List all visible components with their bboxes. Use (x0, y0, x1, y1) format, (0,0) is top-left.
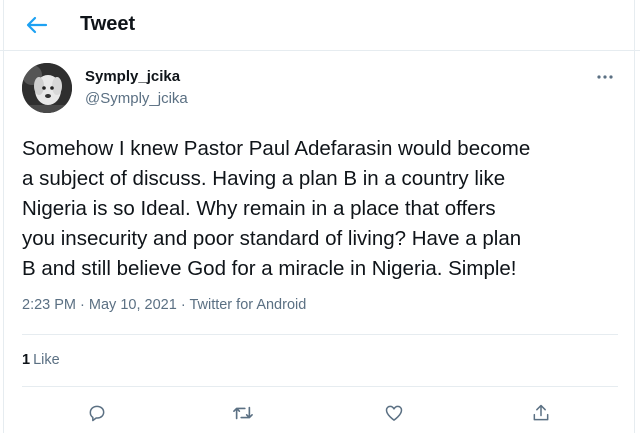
reply-button[interactable] (80, 396, 114, 430)
back-button[interactable] (22, 11, 52, 39)
like-button[interactable] (377, 396, 411, 430)
tweet-metadata: 2:23 PM · May 10, 2021 · Twitter for And… (22, 297, 306, 313)
meta-separator: · (80, 297, 85, 313)
tweet-date[interactable]: May 10, 2021 (89, 297, 177, 313)
share-button[interactable] (524, 396, 558, 430)
tweet-text: Somehow I knew Pastor Paul Adefarasin wo… (22, 137, 531, 280)
author-handle[interactable]: @Symply_jcika (85, 90, 188, 107)
likes-count: 1 (22, 352, 31, 368)
share-icon (533, 404, 549, 421)
divider (22, 386, 618, 387)
tweet-source[interactable]: Twitter for Android (189, 297, 306, 313)
avatar-image (22, 63, 72, 113)
more-options-button[interactable] (592, 66, 618, 88)
meta-separator: · (180, 297, 186, 313)
author-display-name[interactable]: Symply_jcika (85, 68, 180, 85)
page-header: Tweet (0, 0, 640, 51)
reply-icon (89, 405, 105, 422)
avatar[interactable] (22, 63, 72, 113)
heart-icon (385, 405, 403, 421)
more-options-icon (597, 75, 613, 79)
tweet-time[interactable]: 2:23 PM (22, 297, 76, 313)
likes-label: Like (33, 352, 60, 368)
page-title: Tweet (80, 13, 136, 35)
likes-stat[interactable]: 1 Like (22, 352, 60, 368)
divider (22, 334, 618, 335)
back-arrow-icon (26, 16, 48, 34)
retweet-button[interactable] (226, 396, 260, 430)
retweet-icon (233, 406, 253, 420)
